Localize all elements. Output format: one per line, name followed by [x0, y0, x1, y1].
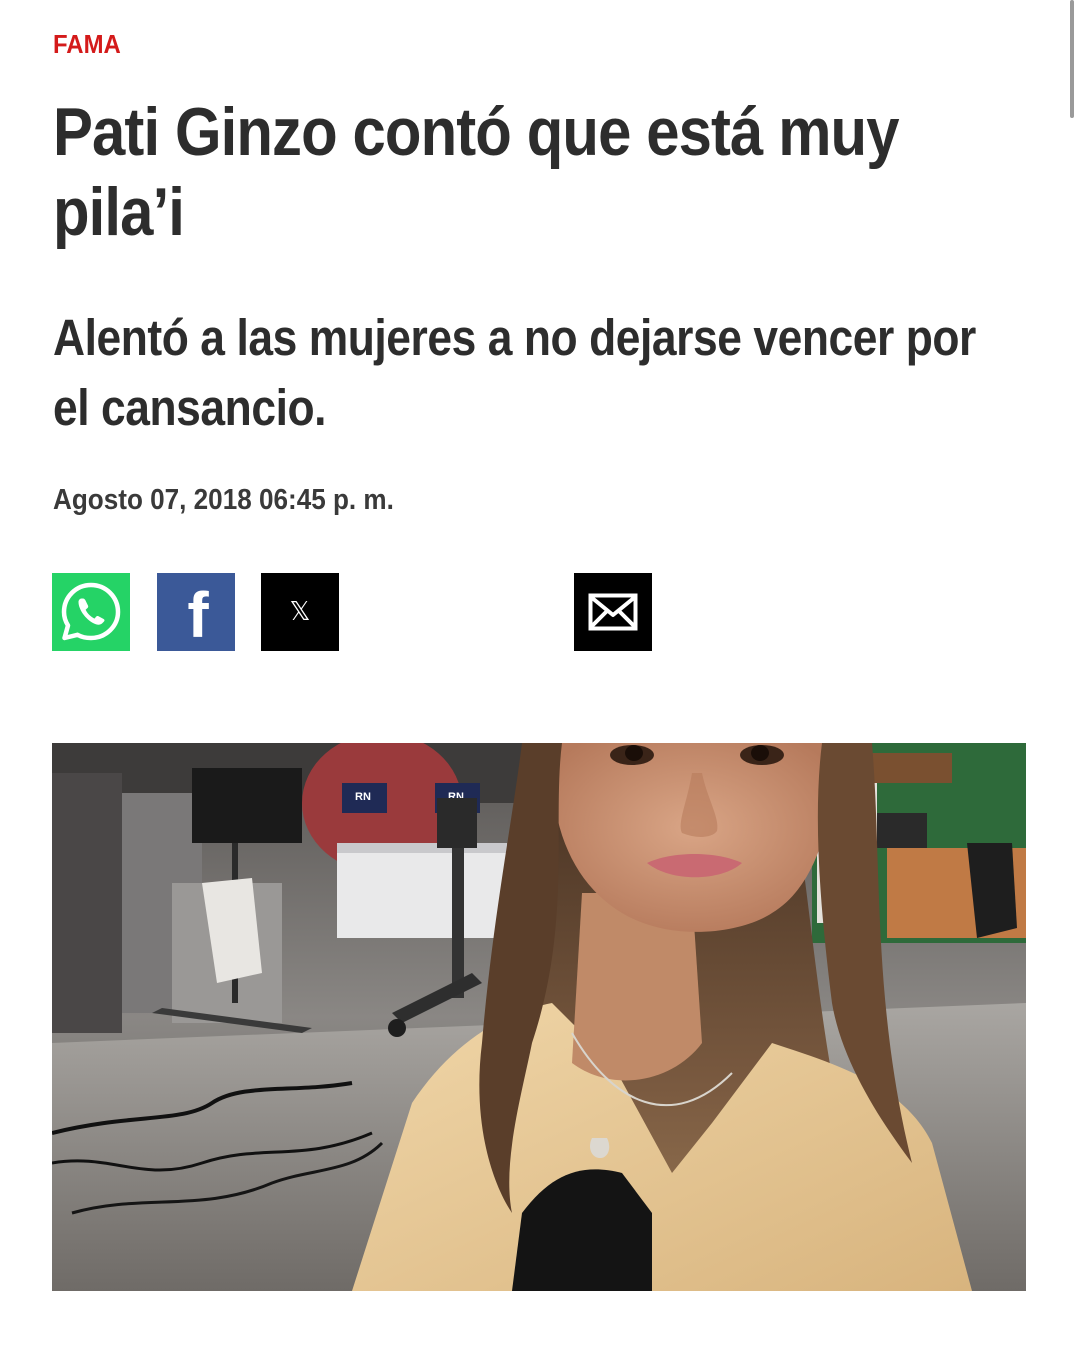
envelope-icon	[588, 593, 638, 631]
hero-photo: RN RN	[52, 743, 1026, 1291]
facebook-icon: f	[187, 579, 209, 651]
whatsapp-icon	[61, 582, 121, 641]
share-email-button[interactable]	[574, 573, 652, 651]
share-whatsapp-button[interactable]	[52, 573, 130, 651]
share-facebook-button[interactable]: f	[157, 573, 235, 651]
section-label[interactable]: FAMA	[53, 29, 121, 60]
x-icon: 𝕏	[289, 597, 311, 627]
article-date: Agosto 07, 2018 06:45 p. m.	[53, 484, 394, 516]
page-scrollbar[interactable]	[1070, 0, 1074, 118]
article-subtitle: Alentó a las mujeres a no dejarse vencer…	[53, 309, 976, 436]
share-x-button[interactable]: 𝕏	[261, 573, 339, 651]
hero-image: RN RN	[52, 743, 1026, 1291]
article-headline: Pati Ginzo contó que está muy pila’i	[53, 94, 899, 250]
studio-logo-1: RN	[355, 791, 371, 803]
